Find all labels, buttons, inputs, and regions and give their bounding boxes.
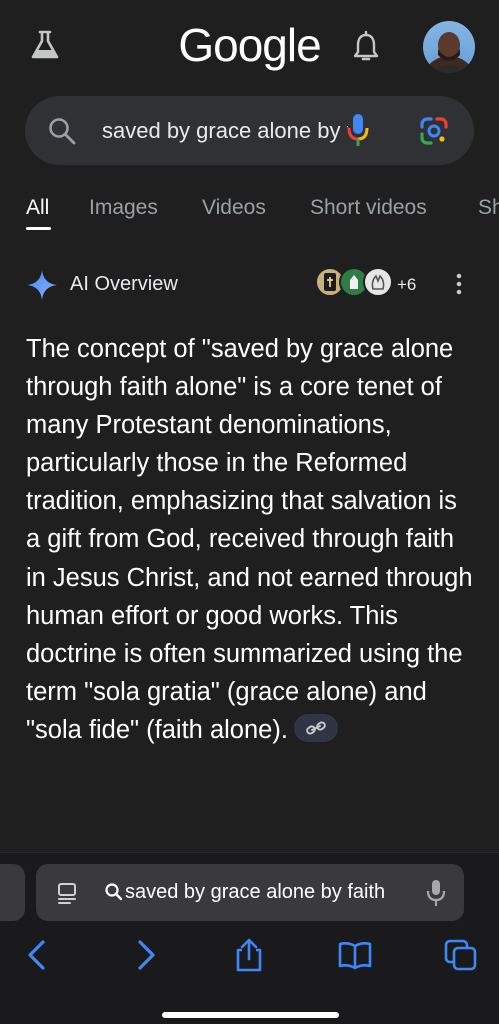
search-icon bbox=[49, 118, 76, 145]
link-chip[interactable] bbox=[293, 714, 338, 743]
google-search-page: Google saved by grace alone by faith bbox=[0, 0, 499, 1024]
page-menu-icon[interactable] bbox=[56, 881, 80, 905]
ai-overview-header: AI Overview +6 bbox=[26, 265, 476, 305]
active-tab-indicator bbox=[26, 227, 51, 230]
ai-overview-paragraph: The concept of "saved by grace alone thr… bbox=[26, 335, 473, 744]
tab-videos[interactable]: Videos bbox=[202, 196, 266, 220]
bookmarks-icon[interactable] bbox=[337, 938, 373, 972]
sparkle-icon bbox=[27, 270, 57, 300]
search-tabs: All Images Videos Short videos Sh bbox=[0, 190, 499, 235]
tab-all[interactable]: All bbox=[26, 196, 49, 220]
microphone-icon[interactable] bbox=[345, 112, 371, 148]
address-text[interactable]: saved by grace alone by faith bbox=[125, 881, 407, 905]
back-icon[interactable] bbox=[20, 938, 56, 972]
address-search-icon bbox=[105, 883, 123, 901]
search-bar[interactable]: saved by grace alone by faith bbox=[25, 96, 474, 165]
avatar[interactable] bbox=[423, 21, 475, 73]
tab-images[interactable]: Images bbox=[89, 196, 158, 220]
google-lens-icon[interactable] bbox=[418, 115, 450, 147]
browser-toolbar: saved by grace alone by faith bbox=[0, 852, 499, 1024]
bell-icon[interactable] bbox=[350, 30, 382, 64]
address-bar[interactable]: saved by grace alone by faith bbox=[36, 864, 464, 921]
home-indicator[interactable] bbox=[162, 1012, 339, 1018]
ai-overview-text: The concept of "saved by grace alone thr… bbox=[26, 330, 478, 749]
forward-icon[interactable] bbox=[127, 938, 163, 972]
source-favicon-hands-icon bbox=[363, 267, 393, 297]
dictation-mic-icon[interactable] bbox=[426, 878, 446, 908]
profile-photo bbox=[431, 32, 467, 73]
tabs-icon[interactable] bbox=[443, 938, 479, 972]
tab-short-videos[interactable]: Short videos bbox=[310, 196, 427, 220]
share-icon[interactable] bbox=[231, 938, 267, 972]
tab-shopping[interactable]: Sh bbox=[478, 196, 499, 220]
header: Google bbox=[0, 0, 499, 95]
source-favicons[interactable]: +6 bbox=[315, 267, 425, 299]
previous-tab-preview[interactable] bbox=[0, 864, 25, 921]
ai-overview-title: AI Overview bbox=[70, 273, 178, 295]
link-icon bbox=[306, 721, 326, 735]
search-input[interactable]: saved by grace alone by faith bbox=[102, 118, 348, 144]
source-count[interactable]: +6 bbox=[397, 275, 416, 295]
more-options-icon[interactable] bbox=[450, 271, 468, 297]
